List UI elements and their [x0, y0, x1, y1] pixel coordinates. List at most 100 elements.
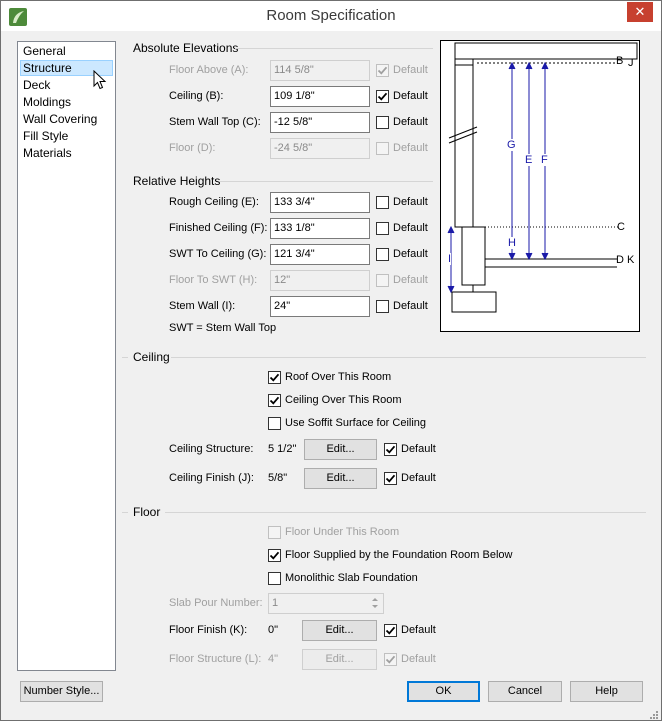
floor-d-label: Floor (D):	[169, 142, 216, 154]
divider	[122, 357, 128, 358]
floor-above-default-checkbox[interactable]	[376, 64, 389, 77]
finished-ceiling-field[interactable]: 133 1/8"	[270, 218, 370, 239]
title-bar[interactable]: Room Specification ✕	[1, 1, 661, 31]
finished-ceiling-default-checkbox[interactable]	[376, 222, 389, 235]
diagram-label-k: K	[627, 254, 635, 266]
window-title: Room Specification	[266, 7, 396, 24]
close-button[interactable]: ✕	[627, 2, 653, 22]
ceiling-over-room-checkbox[interactable]	[268, 394, 281, 407]
divider	[171, 357, 646, 358]
default-label: Default	[393, 116, 428, 128]
ceiling-over-room-label: Ceiling Over This Room	[285, 394, 402, 406]
absolute-elevations-heading: Absolute Elevations	[133, 41, 239, 55]
monolithic-slab-checkbox[interactable]	[268, 572, 281, 585]
stem-wall-default-checkbox[interactable]	[376, 300, 389, 313]
soffit-surface-checkbox[interactable]	[268, 417, 281, 430]
divider	[122, 512, 128, 513]
nav-item-materials[interactable]: Materials	[20, 145, 113, 161]
default-label: Default	[401, 443, 436, 455]
floor-under-room-checkbox[interactable]	[268, 526, 281, 539]
slab-pour-label: Slab Pour Number:	[169, 597, 263, 609]
diagram-label-f: F	[541, 154, 548, 166]
mouse-pointer-icon	[93, 69, 107, 90]
diagram-label-h: H	[508, 237, 516, 249]
roof-over-room-checkbox[interactable]	[268, 371, 281, 384]
stem-wall-top-default-checkbox[interactable]	[376, 116, 389, 129]
divider	[165, 512, 646, 513]
slab-pour-number-field[interactable]: 1	[268, 593, 384, 614]
rough-ceiling-default-checkbox[interactable]	[376, 196, 389, 209]
floor-supplied-by-foundation-label: Floor Supplied by the Foundation Room Be…	[285, 549, 513, 561]
default-label: Default	[393, 90, 428, 102]
swt-to-ceiling-default-checkbox[interactable]	[376, 248, 389, 261]
cancel-button[interactable]: Cancel	[488, 681, 562, 702]
spinner-arrows-icon[interactable]	[368, 595, 382, 611]
ceiling-finish-default-checkbox[interactable]	[384, 472, 397, 485]
default-label: Default	[401, 624, 436, 636]
floor-finish-value: 0"	[268, 624, 279, 636]
ceiling-heading: Ceiling	[133, 350, 170, 364]
ceiling-b-label: Ceiling (B):	[169, 90, 224, 102]
floor-to-swt-field[interactable]: 12"	[270, 270, 370, 291]
elevation-diagram: B J C D K G E F H I	[440, 40, 640, 332]
default-label: Default	[393, 64, 428, 76]
floor-d-field[interactable]: -24 5/8"	[270, 138, 370, 159]
finished-ceiling-label: Finished Ceiling (F):	[169, 222, 268, 234]
roof-over-room-label: Roof Over This Room	[285, 371, 392, 383]
floor-under-room-label: Floor Under This Room	[285, 526, 400, 538]
ceiling-finish-edit-button[interactable]: Edit...	[304, 468, 377, 489]
stem-wall-top-label: Stem Wall Top (C):	[169, 116, 261, 128]
ceiling-finish-value: 5/8"	[268, 472, 288, 484]
soffit-surface-label: Use Soffit Surface for Ceiling	[285, 417, 427, 429]
swt-note: SWT = Stem Wall Top	[169, 322, 277, 334]
ceiling-structure-label: Ceiling Structure:	[169, 443, 254, 455]
rough-ceiling-field[interactable]: 133 3/4"	[270, 192, 370, 213]
rough-ceiling-label: Rough Ceiling (E):	[169, 196, 259, 208]
diagram-label-j: J	[628, 57, 634, 69]
nav-item-moldings[interactable]: Moldings	[20, 94, 113, 110]
divider	[235, 48, 433, 49]
ceiling-b-default-checkbox[interactable]	[376, 90, 389, 103]
swt-to-ceiling-field[interactable]: 121 3/4"	[270, 244, 370, 265]
number-style-button[interactable]: Number Style...	[20, 681, 103, 702]
ceiling-structure-edit-button[interactable]: Edit...	[304, 439, 377, 460]
floor-supplied-by-foundation-checkbox[interactable]	[268, 549, 281, 562]
nav-item-fill-style[interactable]: Fill Style	[20, 128, 113, 144]
relative-heights-heading: Relative Heights	[133, 174, 221, 188]
floor-structure-edit-button[interactable]: Edit...	[302, 649, 377, 670]
nav-item-wall-covering[interactable]: Wall Covering	[20, 111, 113, 127]
stem-wall-label: Stem Wall (I):	[169, 300, 236, 312]
floor-above-field[interactable]: 114 5/8"	[270, 60, 370, 81]
floor-structure-default-checkbox[interactable]	[384, 653, 397, 666]
floor-d-default-checkbox[interactable]	[376, 142, 389, 155]
floor-finish-edit-button[interactable]: Edit...	[302, 620, 377, 641]
default-label: Default	[401, 653, 436, 665]
diagram-drawing	[447, 42, 638, 313]
stem-wall-top-field[interactable]: -12 5/8"	[270, 112, 370, 133]
default-label: Default	[393, 300, 428, 312]
stem-wall-field[interactable]: 24"	[270, 296, 370, 317]
ceiling-structure-default-checkbox[interactable]	[384, 443, 397, 456]
room-specification-dialog: Room Specification ✕ General Structure D…	[0, 0, 662, 721]
default-label: Default	[393, 142, 428, 154]
default-label: Default	[393, 196, 428, 208]
category-list[interactable]: General Structure Deck Moldings Wall Cov…	[17, 41, 116, 671]
default-label: Default	[393, 274, 428, 286]
diagram-label-b: B	[616, 55, 624, 67]
monolithic-slab-label: Monolithic Slab Foundation	[285, 572, 418, 584]
floor-finish-default-checkbox[interactable]	[384, 624, 397, 637]
diagram-label-g: G	[507, 139, 516, 151]
nav-item-general[interactable]: General	[20, 43, 113, 59]
floor-finish-label: Floor Finish (K):	[169, 624, 248, 636]
default-label: Default	[393, 222, 428, 234]
ok-button[interactable]: OK	[407, 681, 480, 702]
floor-structure-value: 4"	[268, 653, 279, 665]
ceiling-b-field[interactable]: 109 1/8"	[270, 86, 370, 107]
diagram-label-d: D	[616, 254, 624, 266]
floor-to-swt-default-checkbox[interactable]	[376, 274, 389, 287]
divider	[219, 181, 433, 182]
diagram-label-i: I	[448, 253, 452, 265]
close-icon: ✕	[634, 4, 646, 19]
help-button[interactable]: Help	[570, 681, 643, 702]
floor-above-label: Floor Above (A):	[169, 64, 249, 76]
